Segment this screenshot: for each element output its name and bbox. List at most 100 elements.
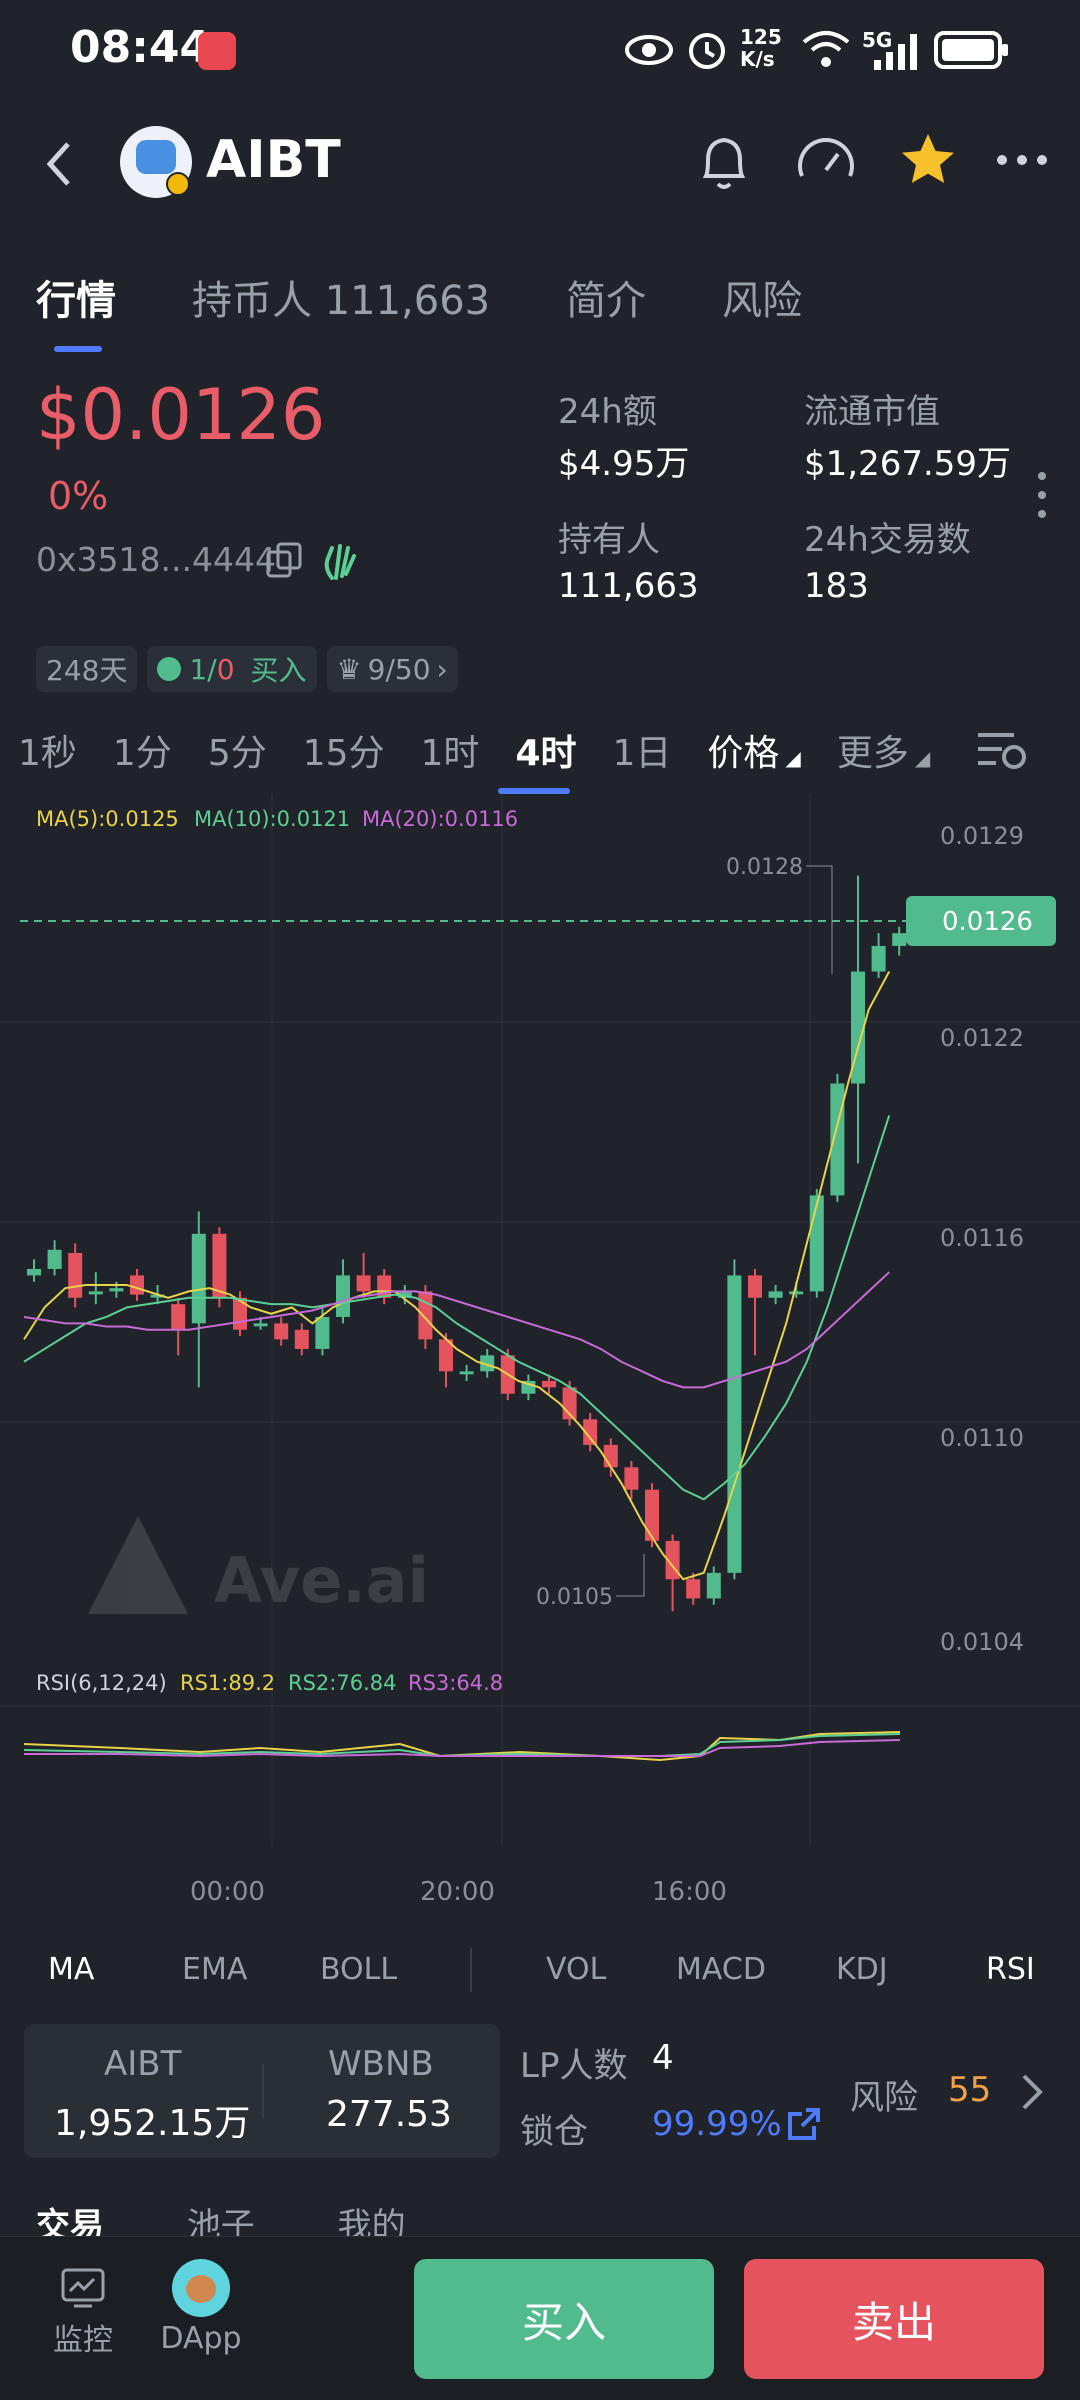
indicator-ema[interactable]: EMA: [182, 1952, 247, 1987]
more-dropdown[interactable]: 更多 ◢: [837, 724, 930, 776]
pool-divider: [262, 2064, 264, 2118]
buysell-text: 买入: [250, 654, 307, 687]
candle-body: [706, 1572, 721, 1599]
stat-holders-label: 持有人: [558, 520, 660, 560]
status-bar: 08:44 125 K/s 5G: [0, 0, 1080, 100]
price-chart[interactable]: Ave.ai MA(5):0.0125 MA(10):0.0121 MA(20)…: [0, 794, 1080, 1924]
tf-5m[interactable]: 5分: [208, 724, 267, 776]
candle-body: [809, 1195, 824, 1292]
chevron-right-icon: ›: [436, 652, 448, 686]
buy-button[interactable]: 买入: [414, 2259, 714, 2379]
sell-button[interactable]: 卖出: [744, 2259, 1044, 2379]
stat-tx-value: 183: [804, 566, 869, 606]
sell-button-label: 卖出: [851, 2297, 936, 2347]
token-title: AIBT: [206, 130, 341, 190]
tf-15m[interactable]: 15分: [303, 724, 385, 776]
candle-body: [233, 1297, 247, 1330]
candle-body: [748, 1275, 762, 1298]
indicator-rsi[interactable]: RSI: [986, 1952, 1035, 1987]
ma5-legend: MA(5):0.0125: [36, 807, 179, 831]
vertical-more-icon[interactable]: [1034, 470, 1050, 520]
ma10-legend: MA(10):0.0121: [194, 807, 350, 831]
buysell-count: 1/: [189, 652, 217, 686]
rank-chip[interactable]: ♛ 9/50 ›: [326, 646, 458, 692]
buy-button-label: 买入: [521, 2297, 606, 2347]
tf-1m[interactable]: 1分: [113, 724, 172, 776]
risk-value[interactable]: 55: [948, 2070, 991, 2110]
indicator-ma[interactable]: MA: [48, 1952, 94, 1987]
monitor-label: 监控: [53, 2323, 113, 2358]
tf-1s[interactable]: 1秒: [18, 724, 77, 776]
stat-mcap-value: $1,267.59万: [804, 444, 1012, 484]
rsi-rs3: RS3:64.8: [408, 1671, 503, 1695]
monitor-nav[interactable]: 监控: [48, 2267, 118, 2359]
bottom-bar: 监控 DApp 买入 卖出: [0, 2236, 1080, 2400]
active-tab-indicator: [54, 346, 102, 352]
y-tick: 0.0122: [940, 1024, 1024, 1052]
pool-amount-b: 277.53: [326, 2094, 452, 2135]
x-tick: 16:00: [652, 1877, 727, 1907]
star-icon[interactable]: [898, 130, 958, 190]
copy-icon[interactable]: [264, 540, 304, 580]
tab-market[interactable]: 行情: [36, 268, 116, 326]
dapp-nav[interactable]: DApp: [156, 2259, 246, 2356]
contract-address: 0x3518...4444: [36, 540, 276, 579]
more-icon[interactable]: [994, 152, 1050, 168]
back-icon[interactable]: [42, 140, 78, 188]
bell-icon[interactable]: [694, 132, 754, 194]
hand-wave-icon[interactable]: [320, 538, 360, 582]
stat-mcap-label: 流通市值: [804, 392, 940, 432]
subtab-mine[interactable]: 我的: [338, 2206, 406, 2236]
candle-body: [253, 1323, 268, 1327]
signal-icon: [874, 34, 917, 70]
subtab-trade[interactable]: 交易: [36, 2206, 104, 2236]
tf-4h[interactable]: 4时: [515, 724, 576, 776]
candle-body: [871, 945, 886, 972]
timeframe-bar: 1秒 1分 5分 15分 1时 4时 1日 价格 ◢ 更多 ◢: [18, 720, 1058, 780]
candle-body: [830, 1083, 845, 1196]
wifi-icon: [802, 31, 850, 67]
watermark: Ave.ai: [88, 1516, 429, 1617]
current-price-label: 0.0126: [942, 907, 1033, 937]
candle-body: [727, 1275, 742, 1573]
pool-token-a: AIBT: [104, 2044, 182, 2084]
status-time: 08:44: [70, 22, 211, 73]
tab-risk[interactable]: 风险: [722, 268, 802, 326]
more-dropdown-label: 更多: [836, 733, 909, 774]
rsi-legend-label: RSI(6,12,24): [36, 1671, 167, 1695]
low-leader: [616, 1554, 645, 1597]
dropdown-triangle-icon: ◢: [914, 746, 931, 770]
rsi-rs1: RS1:89.2: [180, 1671, 275, 1695]
lock-value[interactable]: 99.99%: [652, 2104, 782, 2144]
indicator-kdj[interactable]: KDJ: [836, 1952, 888, 1987]
candle-body: [47, 1249, 62, 1269]
tf-1d[interactable]: 1日: [613, 724, 672, 776]
indicator-macd[interactable]: MACD: [676, 1952, 766, 1987]
chevron-right-icon[interactable]: [1020, 2072, 1044, 2112]
indicator-boll[interactable]: BOLL: [320, 1952, 397, 1987]
stat-vol24-label: 24h额: [558, 392, 657, 432]
candle-body: [315, 1316, 330, 1349]
main-tabs: 行情 持币人 111,663 简介 风险: [36, 262, 878, 332]
stat-holders-value: 111,663: [558, 566, 699, 606]
candle-body: [624, 1467, 639, 1490]
tab-holders[interactable]: 持币人 111,663: [192, 268, 490, 326]
price-dropdown[interactable]: 价格 ◢: [707, 724, 800, 776]
buysell-chip[interactable]: 1/0 买入: [147, 646, 317, 692]
external-link-icon[interactable]: [784, 2104, 824, 2144]
chips-row: 248天 1/0 买入 ♛ 9/50 ›: [36, 646, 458, 692]
candle-body: [645, 1489, 659, 1541]
subtab-pool[interactable]: 池子: [187, 2206, 255, 2236]
chart-settings-icon[interactable]: [974, 727, 1028, 773]
token-avatar: [120, 126, 192, 198]
candle-body: [171, 1304, 186, 1330]
money-bag-icon: [157, 657, 182, 681]
tf-1h[interactable]: 1时: [421, 724, 480, 776]
speedometer-icon[interactable]: [794, 132, 858, 194]
tab-intro[interactable]: 简介: [566, 268, 646, 326]
pool-card[interactable]: AIBT 1,952.15万 WBNB 277.53: [24, 2024, 500, 2158]
indicator-divider: [470, 1948, 472, 1992]
lp-holders-label: LP人数: [520, 2046, 628, 2086]
indicator-vol[interactable]: VOL: [546, 1952, 606, 1987]
ma10-line: [23, 1115, 891, 1501]
